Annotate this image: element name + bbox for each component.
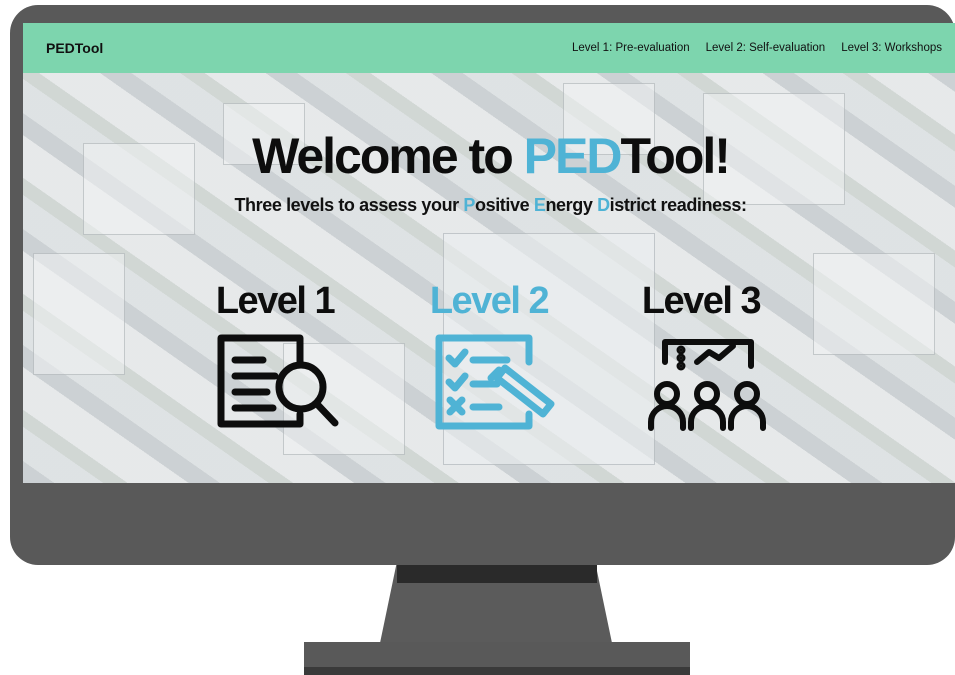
- nav-link-level-3[interactable]: Level 3: Workshops: [841, 42, 942, 54]
- checklist-pencil-icon: [435, 334, 555, 430]
- hero-subtitle: Three levels to assess your Positive Ene…: [23, 195, 955, 216]
- nav-links: Level 1: Pre-evaluation Level 2: Self-ev…: [572, 42, 942, 54]
- monitor-base-shadow: [304, 667, 690, 675]
- subtitle-accent-d: D: [597, 195, 610, 215]
- subtitle-accent-e: E: [533, 195, 546, 215]
- brand-logo[interactable]: PEDTool: [46, 40, 103, 56]
- level-1-card[interactable]: Level 1: [175, 278, 375, 432]
- navbar: PEDTool Level 1: Pre-evaluation Level 2:…: [23, 23, 955, 73]
- level-2-title: Level 2: [429, 280, 550, 322]
- level-3-title: Level 3: [641, 280, 762, 322]
- monitor-stand-joint: [397, 565, 597, 583]
- monitor-frame: PEDTool Level 1: Pre-evaluation Level 2:…: [10, 5, 955, 565]
- hero-title: Welcome to PEDTool!: [23, 126, 955, 186]
- subtitle-text: ositive: [475, 195, 534, 215]
- subtitle-text: nergy: [545, 195, 598, 215]
- level-3-card[interactable]: Level 3: [601, 278, 801, 432]
- nav-link-level-2[interactable]: Level 2: Self-evaluation: [706, 42, 826, 54]
- subtitle-accent-p: P: [463, 195, 475, 215]
- screen: PEDTool Level 1: Pre-evaluation Level 2:…: [23, 23, 955, 483]
- level-2-card[interactable]: Level 2: [389, 278, 589, 432]
- subtitle-text: istrict readiness:: [609, 195, 747, 215]
- document-search-icon: [217, 334, 339, 428]
- subtitle-text: Three levels to assess your: [234, 195, 464, 215]
- presentation-group-icon: [648, 339, 766, 431]
- hero-title-accent: PED: [523, 128, 623, 184]
- level-1-title: Level 1: [215, 280, 336, 322]
- hero-title-prefix: Welcome to: [252, 128, 524, 184]
- nav-link-level-1[interactable]: Level 1: Pre-evaluation: [572, 42, 690, 54]
- hero-title-suffix: Tool!: [620, 128, 730, 184]
